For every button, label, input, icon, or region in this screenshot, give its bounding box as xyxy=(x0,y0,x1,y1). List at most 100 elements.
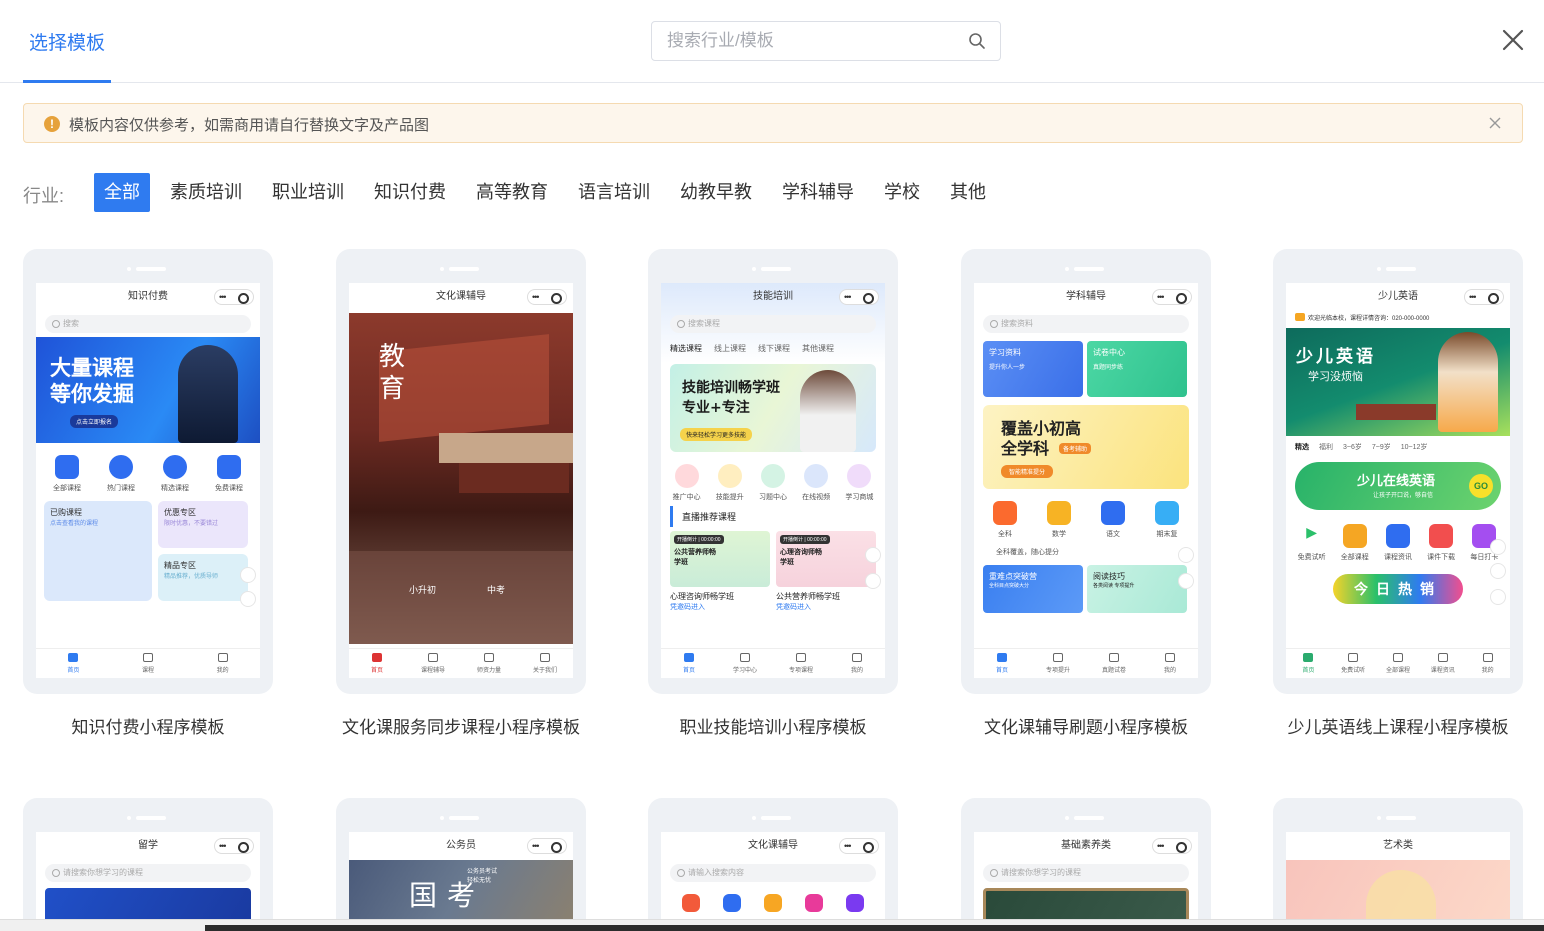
warning-icon: ! xyxy=(44,116,60,132)
phone-preview[interactable]: 少儿英语 欢迎光临本校，课程详情咨询：020-000-0000 少儿英语 学习没… xyxy=(1273,249,1523,694)
capsule-icon xyxy=(1464,283,1504,311)
filter-all[interactable]: 全部 xyxy=(94,173,150,212)
filter-subject-tutoring[interactable]: 学科辅导 xyxy=(772,173,864,212)
promo-banner: 少儿在线英语 让孩子开口说，够自信 GO xyxy=(1295,462,1501,510)
cards: 重难点突破营 全科目点突破大分 阅读技巧 各类阅读 专项提升 xyxy=(974,561,1198,617)
tabbar: 首页 课程 我的 xyxy=(36,648,260,678)
flag-icon xyxy=(1385,524,1410,548)
phone-preview[interactable]: 学科辅导 搜索资料 学习资料 提升你人一步 试卷中心 真题同步练 覆盖小初高 全… xyxy=(961,249,1211,694)
preview-screen: 学科辅导 搜索资料 学习资料 提升你人一步 试卷中心 真题同步练 覆盖小初高 全… xyxy=(974,283,1198,678)
template-title[interactable]: 文化课辅导刷题小程序模板 xyxy=(961,713,1211,738)
service-icon xyxy=(1178,573,1194,589)
star-icon xyxy=(163,455,187,479)
template-title[interactable]: 文化课服务同步课程小程序模板 xyxy=(336,713,586,738)
banner-badge: 快来轻松学习更多技能 xyxy=(680,428,753,441)
icon-row: 全部课程 热门课程 精选课程 免费课程 xyxy=(36,447,260,497)
person-image xyxy=(800,370,856,452)
search-input[interactable] xyxy=(653,23,953,59)
banner-image: 国考 公务员考试 轻松无忧 xyxy=(349,860,573,919)
close-icon[interactable] xyxy=(1502,29,1524,51)
filter-other[interactable]: 其他 xyxy=(940,173,996,212)
phone-icon xyxy=(865,547,881,563)
pencil-icon xyxy=(1155,501,1179,525)
template-title[interactable]: 职业技能培训小程序模板 xyxy=(648,713,898,738)
course-tab-icon xyxy=(142,653,153,662)
all-subject-icon xyxy=(993,501,1017,525)
dialog-header: 选择模板 xyxy=(0,0,1544,83)
capsule-icon xyxy=(527,283,567,311)
capsule-icon xyxy=(214,283,254,311)
capsule-icon xyxy=(1152,283,1192,311)
icon-row: ▶ 免费试听 全部课程 课程资讯 课件下载 每日打卡 xyxy=(1297,524,1499,561)
filter-higher-education[interactable]: 高等教育 xyxy=(466,173,558,212)
preview-screen: 知识付费 搜索 大量课程 等你发掘 点击立即报名 全部课程 热门课程 精选课程 … xyxy=(36,283,260,678)
tab-select-template[interactable]: 选择模板 xyxy=(23,0,111,83)
filter-vocational-training[interactable]: 职业培训 xyxy=(262,173,354,212)
phone-preview[interactable]: 留学 请搜索你想学习的课程 xyxy=(23,798,273,919)
about-icon xyxy=(540,653,550,662)
tabbar: 首页 专项提升 真题试卷 我的 xyxy=(974,648,1198,678)
phone-icon xyxy=(1178,547,1194,563)
learning-icon xyxy=(740,653,750,662)
phone-preview[interactable]: 公务员 国考 公务员考试 轻松无忧 xyxy=(336,798,586,919)
filter-quality-training[interactable]: 素质培训 xyxy=(160,173,252,212)
filter-early-education[interactable]: 幼教早教 xyxy=(670,173,762,212)
phone-preview[interactable]: 知识付费 搜索 大量课程 等你发掘 点击立即报名 全部课程 热门课程 精选课程 … xyxy=(23,249,273,694)
user-icon xyxy=(852,653,862,662)
template-title[interactable]: 少儿英语线上课程小程序模板 xyxy=(1273,713,1523,738)
screen-title: 少儿英语 xyxy=(1286,283,1510,311)
section-title: 直播推荐课程 xyxy=(670,506,885,527)
service-icon xyxy=(1490,589,1506,605)
banner-sub: 学习没烦恼 xyxy=(1308,371,1363,383)
screen-title: 技能培训 xyxy=(661,283,885,311)
exercise-icon xyxy=(760,464,785,488)
notice-text: 模板内容仅供参考，如需商用请自行替换文字及产品图 xyxy=(69,117,430,134)
search-icon[interactable] xyxy=(968,32,986,50)
screen-title: 文化课辅导 xyxy=(661,832,885,860)
video-icon: ▶ xyxy=(1299,524,1324,548)
icon-row: 推广中心 技能提升 习题中心 在线视频 学习商城 xyxy=(661,456,885,506)
capsule-icon xyxy=(839,283,879,311)
banner-badge: 智能精准提分 xyxy=(1001,465,1054,478)
book-icon xyxy=(217,455,241,479)
banner-image: 覆盖小初高 全学科 备考辅助 智能精准提分 xyxy=(983,405,1189,489)
filter-paid-knowledge[interactable]: 知识付费 xyxy=(364,173,456,212)
capsule-icon xyxy=(214,832,254,860)
icon-row: 全科 数学 语文 期末复 xyxy=(974,493,1198,543)
person-image xyxy=(178,345,238,443)
phone-preview[interactable]: 基础素养类 请搜索你想学习的课程 xyxy=(961,798,1211,919)
capsule-icon xyxy=(527,832,567,860)
filter-label: 行业: xyxy=(23,186,65,206)
screen-search: 请搜索你想学习的课程 xyxy=(983,864,1189,882)
preview-screen: 技能培训 搜索课程 精选课程 线上课程 线下课程 其他课程 技能培训畅学班 专业… xyxy=(661,283,885,678)
search-box[interactable] xyxy=(651,21,1001,61)
phone-preview[interactable]: 艺术类 xyxy=(1273,798,1523,919)
teacher-image xyxy=(1438,332,1498,432)
banner-text: 技能培训畅学班 专业+专注 xyxy=(682,380,780,416)
screen-title: 知识付费 xyxy=(36,283,260,311)
preview-screen: 留学 请搜索你想学习的课程 xyxy=(36,832,260,919)
download-icon xyxy=(1429,524,1454,548)
hot-icon xyxy=(109,455,133,479)
preview-screen: 艺术类 xyxy=(1286,832,1510,919)
filter-school[interactable]: 学校 xyxy=(874,173,930,212)
user-icon xyxy=(1482,653,1493,662)
filter-language-training[interactable]: 语言培训 xyxy=(568,173,660,212)
phone-preview[interactable]: 技能培训 搜索课程 精选课程 线上课程 线下课程 其他课程 技能培训畅学班 专业… xyxy=(648,249,898,694)
preview-screen: 公务员 国考 公务员考试 轻松无忧 xyxy=(349,832,573,919)
template-title[interactable]: 知识付费小程序模板 xyxy=(23,713,273,738)
course-icon xyxy=(55,455,79,479)
cross-icon xyxy=(723,894,742,912)
shop-icon xyxy=(847,464,872,488)
phone-preview[interactable]: 文化课辅导 请输入搜索内容 xyxy=(648,798,898,919)
notice-bar: ! 模板内容仅供参考，如需商用请自行替换文字及产品图 xyxy=(23,103,1523,143)
banner-tag: 备考辅助 xyxy=(1059,443,1092,454)
screen-title: 文化课辅导 xyxy=(349,283,573,311)
phone-preview[interactable]: 文化课辅导 教 育 小升初 中考 首页 课程辅导 师资力量 关于我们 xyxy=(336,249,586,694)
banner-text: 少儿英语 xyxy=(1296,347,1376,367)
notice-close-icon[interactable] xyxy=(1488,116,1502,130)
discount-tile: 优惠专区 限时优惠，不要错过 xyxy=(158,501,248,548)
grid-icon xyxy=(1053,653,1063,662)
purchased-tile: 已购课程 点击查看我的课程 xyxy=(44,501,152,601)
subject-icon xyxy=(682,894,701,912)
